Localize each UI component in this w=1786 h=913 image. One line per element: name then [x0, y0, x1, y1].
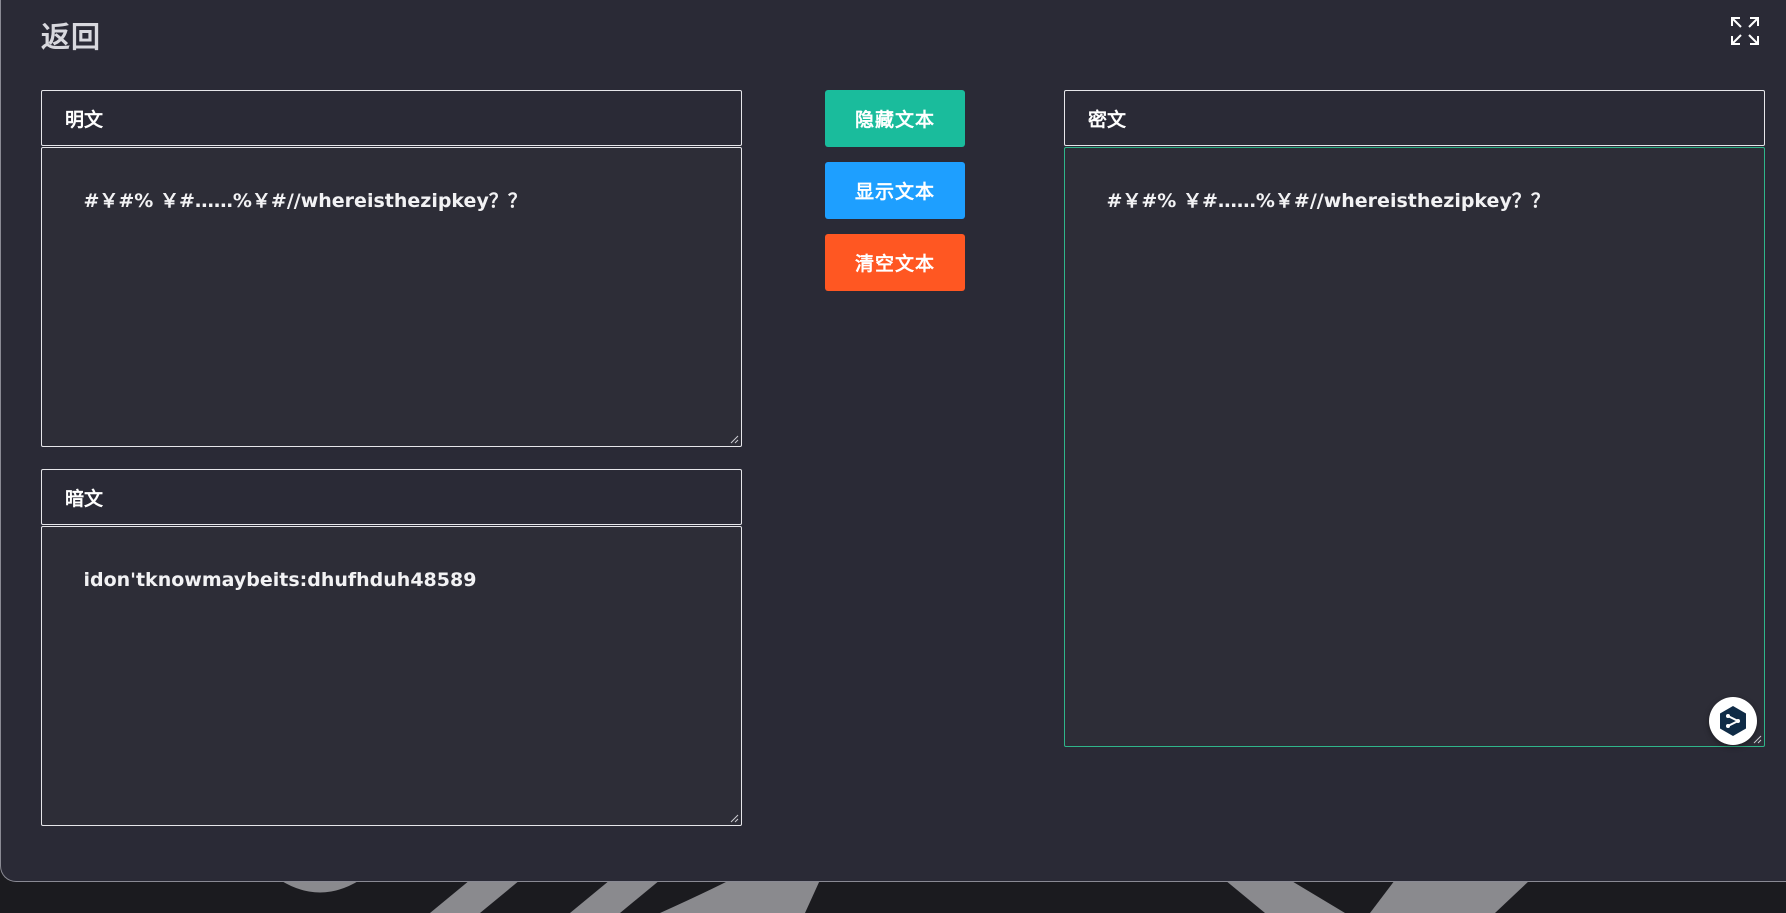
- deco-shape-5: [1225, 880, 1345, 913]
- deco-shape-4: [660, 880, 820, 913]
- plaintext-value: #￥#% ￥#……%￥#//whereisthezipkey？？: [83, 189, 527, 212]
- hidden-title: 暗文: [65, 488, 104, 510]
- ciphertext-header: 密文: [1064, 90, 1765, 146]
- deco-shape-3: [570, 880, 660, 913]
- hidden-textarea[interactable]: idon'tknowmaybeits:dhufhduh48589: [41, 526, 742, 826]
- hidden-value: idon'tknowmaybeits:dhufhduh48589: [83, 568, 477, 591]
- plaintext-title: 明文: [65, 109, 104, 131]
- show-text-button[interactable]: 显示文本: [825, 162, 965, 219]
- translate-badge-button[interactable]: [1709, 697, 1757, 745]
- ciphertext-textarea[interactable]: #￥#% ￥#……%￥#//whereisthezipkey？？: [1064, 147, 1765, 747]
- deco-shape-6: [1370, 880, 1530, 913]
- hidden-header: 暗文: [41, 469, 742, 525]
- resize-grip-icon[interactable]: [730, 814, 739, 823]
- ciphertext-title: 密文: [1088, 109, 1127, 131]
- ciphertext-value: #￥#% ￥#……%￥#//whereisthezipkey？？: [1106, 189, 1550, 212]
- clear-text-button[interactable]: 清空文本: [825, 234, 965, 291]
- translate-badge-icon: [1720, 706, 1746, 736]
- hide-text-button[interactable]: 隐藏文本: [825, 90, 965, 147]
- resize-grip-icon[interactable]: [730, 435, 739, 444]
- plaintext-textarea[interactable]: #￥#% ￥#……%￥#//whereisthezipkey？？: [41, 147, 742, 447]
- deco-shape-2: [430, 880, 520, 913]
- back-link[interactable]: 返回: [41, 14, 101, 56]
- main-panel: 返回 明文 #￥#% ￥#……%￥#//whereisthezipkey？？ 暗…: [0, 0, 1786, 882]
- expand-icon[interactable]: [1729, 15, 1761, 47]
- plaintext-header: 明文: [41, 90, 742, 146]
